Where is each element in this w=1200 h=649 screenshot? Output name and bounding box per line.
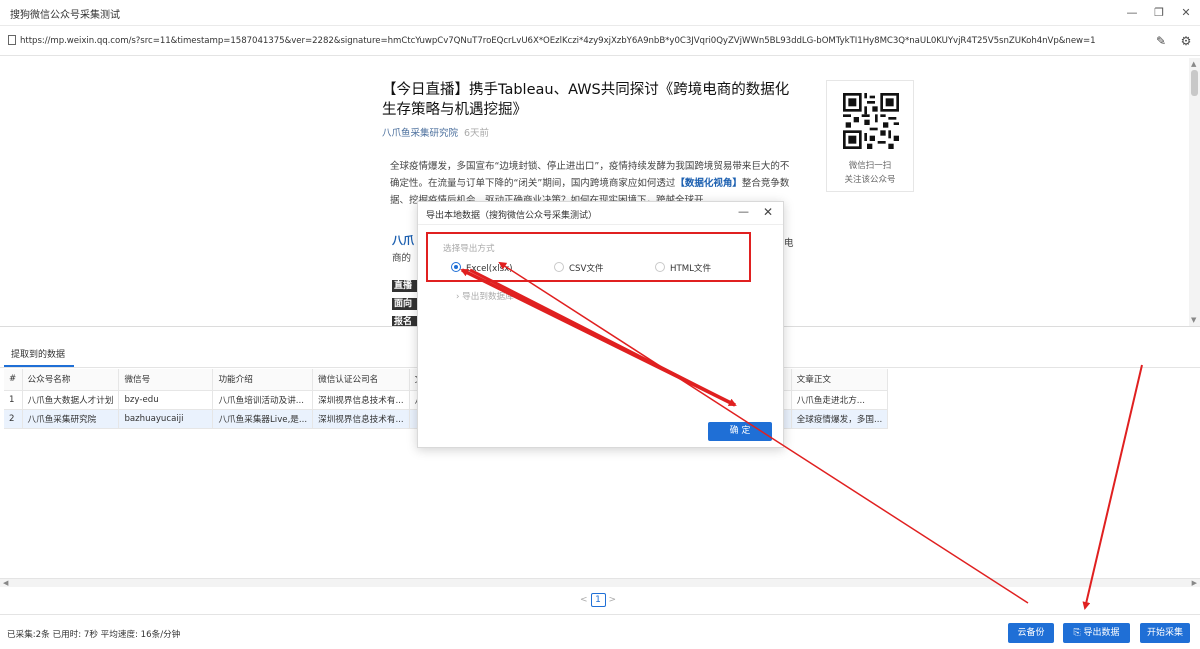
next-page-button[interactable]: > [609, 595, 617, 605]
column-header[interactable]: 公众号名称 [22, 369, 120, 391]
table-cell[interactable]: 1 [4, 390, 23, 410]
window-titlebar: 搜狗微信公众号采集测试 — ❐ ✕ [0, 0, 1200, 26]
minimize-button[interactable]: — [1120, 3, 1144, 23]
bottom-toolbar: 已采集:2条 已用时: 7秒 平均速度: 16条/分钟 云备份 ⎘ 导出数据 开… [0, 614, 1200, 649]
window-title: 搜狗微信公众号采集测试 [10, 10, 120, 21]
table-cell[interactable]: bzy-edu [118, 390, 214, 410]
annotation-highlight-box [426, 232, 751, 282]
table-cell[interactable]: 八爪鱼采集器Live,是... [212, 409, 314, 429]
article-author[interactable]: 八爪鱼采集研究院 [382, 128, 458, 139]
column-header[interactable]: # [4, 369, 23, 391]
scroll-right-icon[interactable]: ▶ [1192, 579, 1197, 587]
settings-icon[interactable]: ⚙ [1178, 33, 1194, 49]
close-button[interactable]: ✕ [1174, 3, 1198, 23]
scroll-up-icon[interactable]: ▲ [1191, 60, 1196, 68]
edit-icon[interactable]: ✎ [1153, 33, 1169, 49]
tab-extracted-data[interactable]: 提取到的数据 [4, 345, 74, 367]
table-cell[interactable]: 深圳视界信息技术有... [312, 409, 410, 429]
column-header[interactable]: 文章正文 [791, 369, 889, 391]
scroll-left-icon[interactable]: ◀ [3, 579, 8, 587]
table-cell[interactable]: 八爪鱼培训活动及讲... [212, 390, 314, 410]
article-extra-text: 电 [784, 238, 794, 249]
export-to-database-label: 导出到数据库 [462, 292, 514, 302]
export-to-database-toggle[interactable]: › 导出到数据库 [456, 290, 514, 302]
page-number-button[interactable]: 1 [590, 593, 606, 607]
start-collect-button[interactable]: 开始采集 [1140, 623, 1190, 643]
restore-button[interactable]: ❐ [1147, 3, 1171, 23]
qr-code-icon [843, 93, 899, 149]
dialog-minimize-button[interactable]: — [738, 205, 749, 218]
article-scrollbar[interactable]: ▲ ▼ [1189, 58, 1200, 326]
table-horizontal-scrollbar[interactable]: ◀ ▶ [0, 578, 1200, 587]
page-icon [8, 35, 16, 45]
table-cell[interactable]: 2 [4, 409, 23, 429]
article-subheading: 八爪 [392, 234, 414, 247]
article-meta: 八爪鱼采集研究院 6天前 [382, 125, 489, 139]
table-cell[interactable]: bazhuayucaiji [118, 409, 214, 429]
column-header[interactable]: 功能介绍 [212, 369, 314, 391]
export-data-button[interactable]: ⎘ 导出数据 [1063, 623, 1130, 643]
export-icon: ⎘ [1073, 628, 1081, 638]
scroll-down-icon[interactable]: ▼ [1191, 316, 1196, 324]
export-data-label: 导出数据 [1083, 628, 1120, 638]
url-bar: https://mp.weixin.qq.com/s?src=11&timest… [0, 28, 1200, 56]
annotation-arrow [1082, 364, 1143, 610]
scrollbar-thumb[interactable] [1191, 70, 1198, 96]
url-field[interactable]: https://mp.weixin.qq.com/s?src=11&timest… [20, 36, 1096, 46]
table-cell[interactable]: 八爪鱼大数据人才计划 [22, 390, 120, 410]
column-header[interactable]: 微信号 [118, 369, 214, 391]
confirm-button[interactable]: 确 定 [708, 422, 772, 441]
pagination: <1 > [580, 593, 616, 607]
collection-status: 已采集:2条 已用时: 7秒 平均速度: 16条/分钟 [7, 630, 181, 640]
article-time: 6天前 [464, 128, 490, 139]
article-body-bold: 【数据化视角】 [675, 178, 742, 189]
dialog-title: 导出本地数据（搜狗微信公众号采集测试） [426, 211, 598, 221]
qr-caption-scan: 微信扫一扫 [848, 161, 892, 171]
column-header[interactable]: 微信认证公司名 [312, 369, 410, 391]
article-block-label: 面向 [392, 298, 418, 310]
article-block-label: 直播 [392, 280, 418, 292]
qr-caption-follow: 关注该公众号 [844, 175, 896, 185]
article-subtext: 商的 [392, 253, 412, 264]
table-cell[interactable]: 全球疫情爆发，多国... [791, 409, 889, 429]
table-cell[interactable]: 八爪鱼采集研究院 [22, 409, 120, 429]
article-title: 【今日直播】携手Tableau、AWS共同探讨《跨境电商的数据化生存策略与机遇挖… [382, 82, 790, 118]
table-cell[interactable]: 深圳视界信息技术有... [312, 390, 410, 410]
qr-code-panel: 微信扫一扫 关注该公众号 [826, 80, 914, 192]
chevron-right-icon: › [456, 292, 460, 302]
prev-page-button[interactable]: < [580, 595, 588, 605]
table-cell[interactable]: 八爪鱼走进北方... [791, 390, 889, 410]
cloud-backup-button[interactable]: 云备份 [1008, 623, 1054, 643]
article-block-label: 报名 [392, 316, 418, 326]
dialog-close-icon[interactable]: ✕ [763, 205, 773, 219]
dialog-divider [418, 224, 783, 225]
